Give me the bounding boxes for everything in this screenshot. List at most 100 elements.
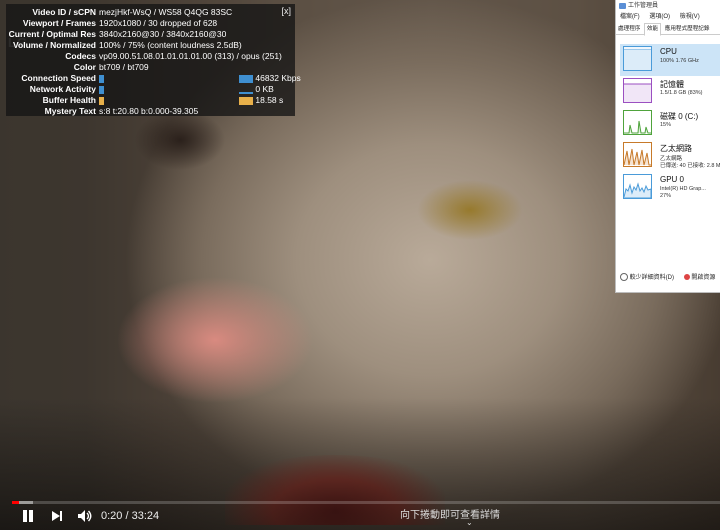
perf-item-detail: 1.5/1.8 GB (83%) [660,90,703,96]
stats-label: Color [73,62,96,72]
connection-speed-graph-icon [239,74,253,83]
resource-monitor-icon[interactable] [683,274,690,281]
perf-item-name: 記憶體 [660,80,684,89]
perf-item-detail-2: 27% [660,193,672,199]
stats-label: Buffer Health [42,95,96,105]
menu-bar: 檔案(F) 選項(O) 檢視(V) [616,12,720,23]
connection-speed-spark [99,73,105,84]
tab-bar: 處理程序 效能 應用程式歷程記錄 [616,23,720,36]
perf-item-name: CPU [660,47,677,56]
network-activity-spark [99,84,105,95]
stats-label: Mystery Text [44,106,96,116]
stats-row-volume: Volume / Normalized 100% / 75% (content … [6,40,295,51]
chevron-up-icon[interactable] [620,273,628,282]
menu-file[interactable]: 檔案(F) [620,14,640,20]
ethernet-graph-thumbnail [623,142,652,167]
network-activity-bar-left [99,85,104,94]
stats-label: Current / Optimal Res [8,29,96,39]
open-resource-monitor-link[interactable]: 開啟資源 [691,275,715,281]
stats-value: 46832 Kbps [255,73,301,83]
buffer-health-bar-left [99,96,104,105]
next-button[interactable] [50,509,64,523]
cpu-graph [624,47,651,70]
stats-row-codecs: Codecs vp09.00.51.08.01.01.01.01.00 (313… [6,51,295,62]
fewer-details-link[interactable]: 較少詳細資料(D) [630,275,674,281]
memory-graph [624,83,651,102]
skip-next-icon [52,511,62,521]
perf-item-memory[interactable]: 記憶體 1.5/1.8 GB (83%) [620,76,720,108]
window-title: 工作管理員 [628,3,659,9]
connection-speed-bar-left [99,74,104,83]
connection-speed-graph: 46832 Kbps [239,73,301,84]
buffer-health-graph-icon [239,96,253,105]
stats-value: vp09.00.51.08.01.01.01.01.00 (313) / opu… [99,51,282,61]
volume-button[interactable] [77,508,93,524]
time-display: 0:20 / 33:24 [101,510,159,522]
gpu-graph-thumbnail [623,174,652,199]
duration: 33:24 [131,510,160,522]
buffer-health-spark [99,95,105,106]
stats-row-color: Color bt709 / bt709 [6,62,295,73]
stats-row-connection-speed: Connection Speed 46832 Kbps [6,73,300,84]
stats-value: 0 KB [255,84,274,94]
stats-value: 18.58 s [255,95,284,105]
perf-item-detail: Intel(R) HD Grap... [660,186,706,192]
perf-item-name: GPU 0 [660,175,685,184]
stats-row-viewport: Viewport / Frames 1920x1080 / 30 dropped… [6,18,295,29]
menu-view[interactable]: 檢視(V) [680,14,700,20]
perf-item-detail: 100% 1.76 GHz [660,58,699,64]
perf-item-detail: 15% [660,122,672,128]
stats-label: Codecs [65,51,96,61]
stats-value: 1920x1080 / 30 dropped of 628 [99,18,218,28]
stats-value[interactable]: mezjHkf-WsQ / WS58 Q4QG 83SC [99,7,232,18]
volume-icon [78,510,92,522]
tab-performance[interactable]: 效能 [643,23,662,36]
pause-button[interactable] [20,508,36,524]
ethernet-graph [624,148,651,166]
stats-row-buffer-health: Buffer Health 18.58 s [6,95,295,106]
cpu-graph-thumbnail [623,46,652,71]
stats-value: 100% / 75% (content loudness 2.5dB) [99,40,242,50]
progress-bar[interactable] [12,501,720,504]
time-separator: / [122,510,132,522]
tab-app-history[interactable]: 應用程式歷程記錄 [663,24,712,35]
scroll-hint[interactable]: 向下捲動即可查看詳情 [400,506,500,521]
buffer-health-graph: 18.58 s [239,95,283,106]
stats-row-resolution: Current / Optimal Res 3840x2160@30 / 384… [6,29,295,40]
network-activity-graph: 0 KB [239,84,274,95]
gpu-graph [624,182,651,198]
task-manager-titlebar[interactable]: 工作管理員 [616,0,720,12]
disk-graph [624,120,651,134]
memory-graph-thumbnail [623,78,652,103]
perf-item-detail-2: 已傳送: 40 已接收: 2.8 M [660,163,720,169]
stats-label: Connection Speed [21,73,96,83]
perf-item-cpu[interactable]: CPU 100% 1.76 GHz [620,44,720,76]
current-time: 0:20 [101,510,123,522]
stats-for-nerds-panel: Video ID / sCPN mezjHkf-WsQ / WS58 Q4QG … [6,4,301,117]
stats-close-button[interactable]: [x] [281,6,291,16]
progress-played [12,501,19,504]
perf-item-gpu[interactable]: GPU 0 Intel(R) HD Grap... 27% [620,172,720,204]
perf-item-disk[interactable]: 磁碟 0 (C:) 15% [620,108,720,140]
stats-label: Video ID / sCPN [32,7,96,17]
stats-label: Network Activity [29,84,96,94]
stats-row-video-id: Video ID / sCPN mezjHkf-WsQ / WS58 Q4QG … [6,7,295,18]
task-manager-app-icon [619,3,626,9]
perf-item-name: 磁碟 0 (C:) [660,112,699,121]
stats-label: Volume / Normalized [13,40,96,50]
perf-item-ethernet[interactable]: 乙太網路 乙太網路 已傳送: 40 已接收: 2.8 M [620,140,720,172]
menu-options[interactable]: 選項(O) [649,14,670,20]
task-manager-footer: 較少詳細資料(D) 開啟資源 [616,270,720,286]
tab-processes[interactable]: 處理程序 [616,24,642,35]
stats-row-mystery-text: Mystery Text s:8 t:20.80 b:0.000-39.305 [6,106,295,117]
chevron-down-icon[interactable]: ⌄ [466,518,473,527]
stats-value: 3840x2160@30 / 3840x2160@30 [99,29,227,39]
disk-graph-thumbnail [623,110,652,135]
task-manager-window[interactable]: 工作管理員 檔案(F) 選項(O) 檢視(V) 處理程序 效能 應用程式歷程記錄… [615,0,720,293]
perf-item-name: 乙太網路 [660,144,692,153]
network-activity-graph-icon [239,91,253,94]
stats-value: bt709 / bt709 [99,62,149,72]
stats-row-network-activity: Network Activity 0 KB [6,84,295,95]
stats-label: Viewport / Frames [22,18,96,28]
stats-value: s:8 t:20.80 b:0.000-39.305 [99,106,199,116]
